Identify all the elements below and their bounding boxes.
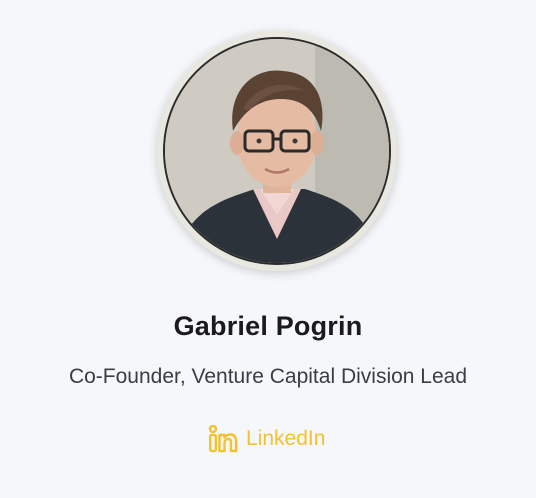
member-role: Co-Founder, Venture Capital Division Lea… [68,365,468,388]
linkedin-link[interactable]: LinkedIn [208,424,325,454]
portrait-illustration [165,39,389,263]
team-member-card: Gabriel Pogrin Co-Founder, Venture Capit… [0,0,536,498]
member-name: Gabriel Pogrin [173,311,363,341]
linkedin-icon [208,425,238,453]
avatar-frame [157,31,397,271]
linkedin-link-label: LinkedIn [246,427,326,450]
avatar [163,37,391,265]
profile-photo [165,39,389,263]
